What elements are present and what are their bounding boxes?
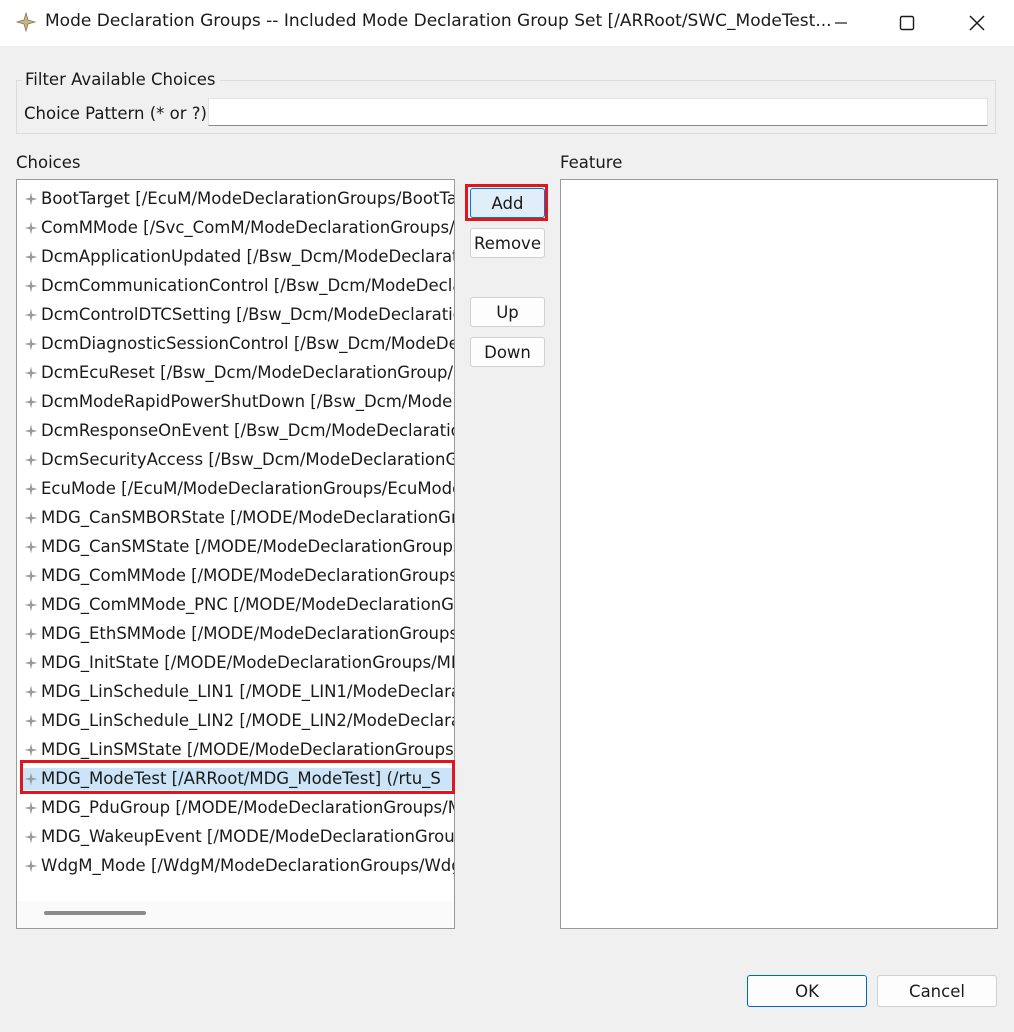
choice-item-label: DcmCommunicationControl [/Bsw_Dcm/ModeDe… <box>41 276 454 295</box>
choice-item-label: MDG_ComMMode_PNC [/MODE/ModeDeclarationG… <box>41 595 454 614</box>
down-button[interactable]: Down <box>470 337 545 367</box>
minimize-icon <box>835 22 847 24</box>
add-button[interactable]: Add <box>470 188 545 218</box>
choice-item-label: MDG_LinSchedule_LIN2 [/MODE_LIN2/ModeDec… <box>41 711 454 730</box>
choice-item[interactable]: MDG_LinSMState [/MODE/ModeDeclarationGro… <box>17 735 454 764</box>
mode-group-icon <box>24 656 38 669</box>
feature-list[interactable] <box>560 179 998 929</box>
choices-label: Choices <box>16 153 81 172</box>
choice-item-label: DcmModeRapidPowerShutDown [/Bsw_Dcm/Mode… <box>41 392 454 411</box>
choice-item-label: DcmControlDTCSetting [/Bsw_Dcm/ModeDecla… <box>41 305 454 324</box>
choice-item-label: DcmResponseOnEvent [/Bsw_Dcm/ModeDeclara… <box>41 421 454 440</box>
scrollbar-thumb[interactable] <box>44 911 146 915</box>
mode-group-icon <box>24 685 38 698</box>
choice-item-label: MDG_ComMMode [/MODE/ModeDeclarationGroup… <box>41 566 454 585</box>
choice-item-label: MDG_InitState [/MODE/ModeDeclarationGrou… <box>41 653 454 672</box>
choice-item[interactable]: BootTarget [/EcuM/ModeDeclarationGroups/… <box>17 184 454 213</box>
mode-group-icon <box>24 250 38 263</box>
mode-group-icon <box>24 221 38 234</box>
choice-item-label: MDG_ModeTest [/ARRoot/MDG_ModeTest] (/rt… <box>41 769 441 788</box>
close-icon <box>969 15 985 31</box>
minimize-button[interactable] <box>808 0 874 46</box>
choice-item-label: ComMMode [/Svc_ComM/ModeDeclarationGroup… <box>41 218 454 237</box>
window-title: Mode Declaration Groups -- Included Mode… <box>45 11 832 31</box>
choice-item-label: MDG_LinSMState [/MODE/ModeDeclarationGro… <box>41 740 454 759</box>
mode-group-icon <box>24 627 38 640</box>
choice-item[interactable]: DcmCommunicationControl [/Bsw_Dcm/ModeDe… <box>17 271 454 300</box>
choice-item-label: MDG_CanSMBORState [/MODE/ModeDeclaration… <box>41 508 454 527</box>
choices-items: BootTarget [/EcuM/ModeDeclarationGroups/… <box>17 184 454 880</box>
ok-button[interactable]: OK <box>747 975 867 1007</box>
title-bar: Mode Declaration Groups -- Included Mode… <box>0 0 1014 46</box>
choice-item[interactable]: WdgM_Mode [/WdgM/ModeDeclarationGroups/W… <box>17 851 454 880</box>
choice-item[interactable]: MDG_CanSMState [/MODE/ModeDeclarationGro… <box>17 532 454 561</box>
mode-group-icon <box>24 511 38 524</box>
choice-item[interactable]: DcmControlDTCSetting [/Bsw_Dcm/ModeDecla… <box>17 300 454 329</box>
choice-item[interactable]: MDG_LinSchedule_LIN1 [/MODE_LIN1/ModeDec… <box>17 677 454 706</box>
choice-item-label: MDG_PduGroup [/MODE/ModeDeclarationGroup… <box>41 798 454 817</box>
choice-item[interactable]: MDG_WakeupEvent [/MODE/ModeDeclarationGr… <box>17 822 454 851</box>
mode-group-icon <box>24 714 38 727</box>
choice-item[interactable]: MDG_InitState [/MODE/ModeDeclarationGrou… <box>17 648 454 677</box>
choice-item[interactable]: MDG_PduGroup [/MODE/ModeDeclarationGroup… <box>17 793 454 822</box>
choice-item-label: DcmSecurityAccess [/Bsw_Dcm/ModeDeclarat… <box>41 450 454 469</box>
mode-group-icon <box>24 424 38 437</box>
choice-item[interactable]: EcuMode [/EcuM/ModeDeclarationGroups/Ecu… <box>17 474 454 503</box>
choice-item[interactable]: MDG_LinSchedule_LIN2 [/MODE_LIN2/ModeDec… <box>17 706 454 735</box>
maximize-button[interactable] <box>874 0 940 46</box>
mode-group-icon <box>24 569 38 582</box>
choice-item-label: MDG_CanSMState [/MODE/ModeDeclarationGro… <box>41 537 454 556</box>
maximize-icon <box>899 15 915 31</box>
mode-group-icon <box>24 482 38 495</box>
choice-item[interactable]: MDG_CanSMBORState [/MODE/ModeDeclaration… <box>17 503 454 532</box>
choice-item-label: DcmEcuReset [/Bsw_Dcm/ModeDeclarationGro… <box>41 363 454 382</box>
mode-group-icon <box>24 395 38 408</box>
feature-label: Feature <box>560 153 623 172</box>
choice-item-label: DcmDiagnosticSessionControl [/Bsw_Dcm/Mo… <box>41 334 454 353</box>
mode-group-icon <box>24 830 38 843</box>
cancel-button[interactable]: Cancel <box>877 975 997 1007</box>
mode-group-icon <box>24 859 38 872</box>
choice-item[interactable]: DcmModeRapidPowerShutDown [/Bsw_Dcm/Mode… <box>17 387 454 416</box>
mode-group-icon <box>24 279 38 292</box>
choice-item[interactable]: DcmApplicationUpdated [/Bsw_Dcm/ModeDecl… <box>17 242 454 271</box>
eclipse-sparkle-icon <box>16 12 36 32</box>
mode-group-icon <box>24 366 38 379</box>
choice-item-label: WdgM_Mode [/WdgM/ModeDeclarationGroups/W… <box>41 856 454 875</box>
mode-group-icon <box>24 598 38 611</box>
choice-item-label: MDG_LinSchedule_LIN1 [/MODE_LIN1/ModeDec… <box>41 682 454 701</box>
close-button[interactable] <box>944 0 1010 46</box>
up-button[interactable]: Up <box>470 297 545 327</box>
mode-group-icon <box>24 743 38 756</box>
mode-group-icon <box>24 308 38 321</box>
choice-item[interactable]: ComMMode [/Svc_ComM/ModeDeclarationGroup… <box>17 213 454 242</box>
choice-item-label: MDG_WakeupEvent [/MODE/ModeDeclarationGr… <box>41 827 454 846</box>
choices-list[interactable]: BootTarget [/EcuM/ModeDeclarationGroups/… <box>16 179 455 929</box>
horizontal-scrollbar[interactable] <box>17 901 454 928</box>
mode-group-icon <box>24 337 38 350</box>
choice-item[interactable]: DcmResponseOnEvent [/Bsw_Dcm/ModeDeclara… <box>17 416 454 445</box>
choice-item[interactable]: MDG_ComMMode_PNC [/MODE/ModeDeclarationG… <box>17 590 454 619</box>
mode-group-icon <box>24 540 38 553</box>
filter-legend: Filter Available Choices <box>22 70 220 89</box>
choice-item[interactable]: DcmSecurityAccess [/Bsw_Dcm/ModeDeclarat… <box>17 445 454 474</box>
choice-item[interactable]: MDG_EthSMMode [/MODE/ModeDeclarationGrou… <box>17 619 454 648</box>
remove-button[interactable]: Remove <box>470 228 545 258</box>
choice-pattern-input[interactable] <box>208 98 988 126</box>
choice-item[interactable]: MDG_ComMMode [/MODE/ModeDeclarationGroup… <box>17 561 454 590</box>
mode-group-icon <box>24 192 38 205</box>
choice-item[interactable]: DcmDiagnosticSessionControl [/Bsw_Dcm/Mo… <box>17 329 454 358</box>
choice-item-label: MDG_EthSMMode [/MODE/ModeDeclarationGrou… <box>41 624 454 643</box>
choice-item-label: DcmApplicationUpdated [/Bsw_Dcm/ModeDecl… <box>41 247 454 266</box>
choice-item[interactable]: MDG_ModeTest [/ARRoot/MDG_ModeTest] (/rt… <box>17 764 454 793</box>
choice-item-label: EcuMode [/EcuM/ModeDeclarationGroups/Ecu… <box>41 479 454 498</box>
choice-pattern-label: Choice Pattern (* or ?) <box>24 104 207 123</box>
mode-group-icon <box>24 453 38 466</box>
mode-group-icon <box>24 801 38 814</box>
mode-group-icon <box>24 772 38 785</box>
choice-item[interactable]: DcmEcuReset [/Bsw_Dcm/ModeDeclarationGro… <box>17 358 454 387</box>
choice-item-label: BootTarget [/EcuM/ModeDeclarationGroups/… <box>41 189 454 208</box>
